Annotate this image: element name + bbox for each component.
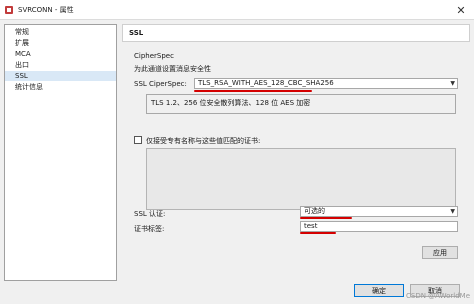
cipherspec-hint: 为此通道设置消息安全性 [134, 65, 211, 73]
peer-names-textarea[interactable] [146, 148, 456, 210]
sidebar-item-general[interactable]: 常规 [5, 27, 116, 37]
app-icon [4, 5, 14, 15]
ssl-auth-label: SSL 认证: [134, 210, 166, 218]
sidebar-item-mca[interactable]: MCA [5, 49, 116, 59]
sidebar-item-exit[interactable]: 出口 [5, 60, 116, 70]
window-title: SVRCONN - 属性 [18, 5, 74, 14]
sidebar-item-ssl[interactable]: SSL [5, 71, 116, 81]
cipherspec-value: TLS_RSA_WITH_AES_128_CBC_SHA256 [198, 79, 334, 87]
cert-label-input[interactable]: test [300, 221, 458, 232]
ssl-panel: SSL CipherSpec 为此通道设置消息安全性 SSL CiperSpec… [122, 24, 470, 281]
chevron-down-icon: ▼ [450, 80, 455, 87]
highlight-underline [300, 232, 336, 234]
cipherspec-select[interactable]: TLS_RSA_WITH_AES_128_CBC_SHA256 ▼ [194, 78, 458, 89]
highlight-underline [194, 90, 312, 92]
ssl-auth-select[interactable]: 可选的 ▼ [300, 206, 458, 217]
cipherspec-description: TLS 1.2、256 位安全散列算法、128 位 AES 加密 [151, 99, 311, 107]
cert-label-label: 证书标签: [134, 225, 165, 233]
sidebar-item-statistics[interactable]: 统计信息 [5, 82, 116, 92]
close-icon[interactable]: ✕ [454, 3, 468, 17]
ok-button[interactable]: 确定 [354, 284, 404, 297]
ssl-auth-value: 可选的 [304, 207, 325, 215]
panel-title: SSL [122, 24, 470, 42]
peer-filter-label: 仅接受专有名称与这些值匹配的证书: [146, 137, 261, 145]
chevron-down-icon: ▼ [450, 208, 455, 215]
sidebar-item-extended[interactable]: 扩展 [5, 38, 116, 48]
title-bar: SVRCONN - 属性 ✕ [0, 0, 474, 20]
cipherspec-group-label: CipherSpec [134, 52, 174, 60]
sidebar: 常规 扩展 MCA 出口 SSL 统计信息 [4, 24, 117, 281]
watermark: CSDN @AWorldMe [406, 292, 470, 300]
cipherspec-description-box: TLS 1.2、256 位安全散列算法、128 位 AES 加密 [146, 94, 456, 114]
cipherspec-label: SSL CiperSpec: [134, 80, 187, 88]
cert-label-value: test [304, 222, 318, 230]
highlight-underline [300, 217, 352, 219]
apply-button[interactable]: 应用 [422, 246, 458, 259]
peer-filter-checkbox[interactable] [134, 136, 142, 144]
